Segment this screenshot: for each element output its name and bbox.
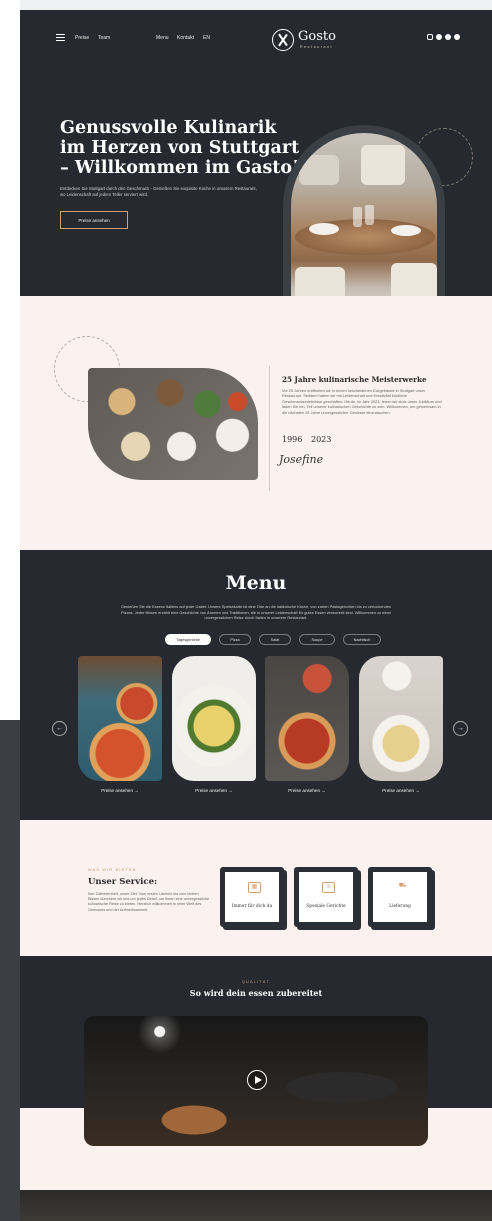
- play-icon[interactable]: [247, 1070, 267, 1090]
- carousel-prev-button[interactable]: ←: [52, 721, 67, 736]
- tab-tagesgerichte[interactable]: Tagesgerichte: [165, 634, 211, 645]
- menu-card-pasta[interactable]: [359, 656, 443, 781]
- logo-cutlery-icon: [272, 29, 294, 51]
- signature: Josefine: [279, 453, 324, 466]
- card-prices-link[interactable]: Preise ansehen →: [359, 788, 443, 793]
- service-description: Ihre Zufriedenheit, unser Ziel: Vom erst…: [88, 892, 210, 912]
- hero-title: Genussvolle Kulinarik im Herzen von Stut…: [60, 118, 300, 178]
- hamburger-menu-icon[interactable]: [56, 34, 65, 41]
- about-title: 25 Jahre kulinarische Meisterwerke: [282, 375, 427, 384]
- card-prices-link[interactable]: Preise ansehen →: [78, 788, 162, 793]
- quality-kicker: QUALITÄT: [241, 980, 271, 984]
- year-end: 2023: [311, 435, 332, 444]
- card-prices-link[interactable]: Preise ansehen →: [172, 788, 256, 793]
- about-section: 25 Jahre kulinarische Meisterwerke Vor 2…: [20, 296, 492, 550]
- service-section: WAS WIR BIETEN Unser Service: Ihre Zufri…: [20, 820, 492, 956]
- nav-link-menu[interactable]: Menu: [156, 35, 169, 41]
- logo-subtitle: Restaurant: [300, 45, 334, 49]
- card-prices-link[interactable]: Preise ansehen →: [265, 788, 349, 793]
- facebook-icon[interactable]: [436, 34, 442, 40]
- website-page: Preise Team Menu Kontakt EN Gosto Restau…: [20, 10, 492, 1221]
- cooking-video[interactable]: [84, 1016, 428, 1146]
- nav-link-team[interactable]: Team: [98, 35, 110, 41]
- service-card-special-dishes[interactable]: ≡ Speziale Gerichte: [294, 867, 358, 927]
- service-title: Unser Service:: [88, 877, 158, 887]
- divider: [269, 366, 270, 491]
- about-description: Vor 25 Jahren eröffneten wir in einem be…: [282, 388, 442, 415]
- instagram-icon[interactable]: [427, 34, 433, 40]
- hero-section: Preise Team Menu Kontakt EN Gosto Restau…: [20, 10, 492, 315]
- menu-card-icon: ≡: [322, 882, 335, 893]
- nav-link-preise[interactable]: Preise: [75, 35, 89, 41]
- hero-image-frame: [283, 125, 445, 315]
- top-navigation: Preise Team Menu Kontakt EN Gosto Restau…: [20, 10, 492, 64]
- calendar-icon: ▦: [248, 882, 261, 893]
- twitter-icon[interactable]: [445, 34, 451, 40]
- tab-salat[interactable]: Salat: [259, 634, 291, 645]
- language-switch[interactable]: EN: [203, 35, 210, 41]
- tab-pizza[interactable]: Pizza: [219, 634, 251, 645]
- service-card-always-there[interactable]: ▦ Immer für dich da: [220, 867, 284, 927]
- hero-prices-button[interactable]: Preise ansehen: [60, 211, 128, 229]
- menu-card-gnocchi[interactable]: [172, 656, 256, 781]
- outer-backdrop-bottom: [0, 720, 20, 1221]
- service-kicker: WAS WIR BIETEN: [88, 868, 137, 872]
- tab-nachtisch[interactable]: Nachtisch: [343, 634, 381, 645]
- footer-image-strip: [20, 1190, 492, 1221]
- logo[interactable]: Gosto Restaurant: [272, 29, 362, 53]
- service-card-label: Immer für dich da: [231, 904, 273, 909]
- restaurant-table-photo: [291, 133, 437, 315]
- delivery-truck-icon: ⛟: [398, 883, 407, 889]
- quality-title: So wird dein essen zubereitet: [189, 988, 323, 998]
- hero-description: Entdecken Sie Stuttgart durch den Geschm…: [60, 186, 257, 197]
- pinterest-icon[interactable]: [454, 34, 460, 40]
- carousel-next-button[interactable]: →: [453, 721, 468, 736]
- service-card-label: Lieferung: [389, 904, 411, 909]
- nav-link-kontakt[interactable]: Kontakt: [177, 35, 194, 41]
- menu-card-pizza[interactable]: [78, 656, 162, 781]
- menu-title: Menu: [225, 572, 287, 594]
- menu-section: Menu Genießen Sie die Essenz Italiens au…: [20, 550, 492, 820]
- service-card-delivery[interactable]: ⛟ Lieferung: [368, 867, 432, 927]
- logo-text: Gosto: [298, 29, 336, 44]
- tab-soupe[interactable]: Soupe: [299, 634, 335, 645]
- outer-backdrop-top: [0, 0, 20, 720]
- dishes-photo: [88, 368, 258, 480]
- service-card-label: Speziale Gerichte: [306, 904, 346, 909]
- year-start: 1996: [282, 435, 303, 444]
- menu-card-margherita[interactable]: [265, 656, 349, 781]
- menu-description: Genießen Sie die Essenz Italiens auf jed…: [120, 604, 392, 621]
